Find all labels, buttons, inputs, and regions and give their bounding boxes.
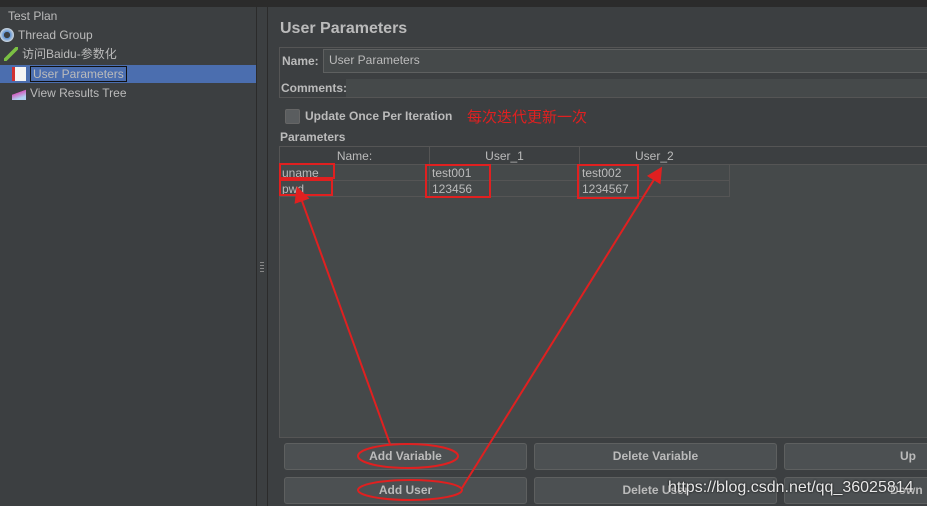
comments-input[interactable]	[346, 79, 927, 97]
tree-item-label: Thread Group	[18, 28, 93, 42]
tree-item-view-results-tree[interactable]: View Results Tree	[12, 84, 127, 102]
add-user-button[interactable]: Add User	[284, 477, 527, 504]
divider-grip-icon[interactable]	[260, 262, 264, 274]
name-label: Name:	[282, 54, 319, 68]
column-header-user-2[interactable]: User_2	[580, 147, 927, 165]
tree-item-sampler[interactable]: 访问Baidu-参数化	[4, 45, 117, 63]
update-once-checkbox[interactable]	[285, 109, 300, 124]
comments-label: Comments:	[281, 81, 348, 95]
update-once-label[interactable]: Update Once Per Iteration	[305, 109, 452, 123]
parameters-label: Parameters	[280, 130, 346, 144]
listener-chart-icon	[12, 86, 26, 100]
add-variable-button[interactable]: Add Variable	[284, 443, 527, 470]
tree-item-thread-group[interactable]: Thread Group	[0, 26, 93, 44]
tree-item-test-plan[interactable]: Test Plan	[8, 7, 57, 25]
tree-item-label: User Parameters	[30, 66, 127, 82]
toolbar-strip	[0, 0, 927, 7]
tree-item-user-parameters[interactable]: User Parameters	[0, 65, 256, 83]
table-cell[interactable]: uname	[280, 165, 430, 181]
test-plan-tree: Test Plan Thread Group 访问Baidu-参数化 User …	[0, 7, 256, 506]
delete-variable-button[interactable]: Delete Variable	[534, 443, 777, 470]
tree-item-label: View Results Tree	[30, 86, 127, 100]
gear-icon	[0, 28, 14, 42]
table-cell[interactable]: test002	[580, 165, 730, 181]
table-cell[interactable]: 123456	[430, 181, 580, 197]
table-cell[interactable]: pwd	[280, 181, 430, 197]
tree-item-label: Test Plan	[8, 9, 58, 23]
page-title: User Parameters	[280, 20, 408, 37]
preprocessor-icon	[12, 67, 26, 81]
split-pane-divider[interactable]	[256, 7, 268, 506]
annotation-note: 每次迭代更新一次	[467, 109, 588, 126]
parameters-table[interactable]: Name: User_1 User_2 uname test001 test00…	[279, 146, 927, 438]
watermark: https://blog.csdn.net/qq_36025814	[668, 479, 914, 496]
tree-item-label: 访问Baidu-参数化	[22, 47, 117, 61]
up-button[interactable]: Up	[784, 443, 927, 470]
pipette-icon	[4, 47, 18, 61]
name-input[interactable]: User Parameters	[323, 49, 927, 73]
table-cell[interactable]: test001	[430, 165, 580, 181]
column-header-user-1[interactable]: User_1	[430, 147, 580, 165]
column-header-name[interactable]: Name:	[280, 147, 430, 165]
table-cell[interactable]: 1234567	[580, 181, 730, 197]
